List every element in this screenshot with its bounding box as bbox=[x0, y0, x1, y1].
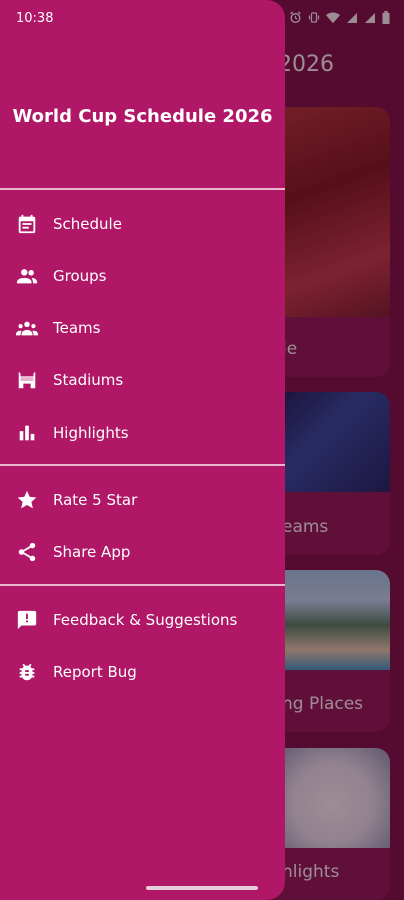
stadium-icon bbox=[16, 369, 38, 391]
menu-item-stadiums[interactable]: Stadiums bbox=[0, 358, 285, 402]
menu-label: Groups bbox=[53, 267, 107, 285]
gesture-handle bbox=[146, 886, 258, 890]
menu-item-rate[interactable]: Rate 5 Star bbox=[0, 478, 285, 522]
bug-icon bbox=[16, 661, 38, 683]
bar-chart-icon bbox=[16, 422, 38, 444]
menu-item-feedback[interactable]: Feedback & Suggestions bbox=[0, 598, 285, 642]
divider bbox=[0, 464, 285, 466]
teams-icon bbox=[16, 317, 38, 339]
menu-label: Share App bbox=[53, 543, 131, 561]
navigation-drawer: 10:38 World Cup Schedule 2026 Schedule G… bbox=[0, 0, 285, 900]
menu-label: Report Bug bbox=[53, 663, 137, 681]
status-time: 10:38 bbox=[16, 11, 54, 26]
feedback-icon bbox=[16, 609, 38, 631]
menu-item-share[interactable]: Share App bbox=[0, 530, 285, 574]
menu-label: Teams bbox=[53, 319, 101, 337]
menu-label: Highlights bbox=[53, 424, 129, 442]
calendar-icon bbox=[16, 213, 38, 235]
divider bbox=[0, 584, 285, 586]
drawer-title: World Cup Schedule 2026 bbox=[12, 106, 273, 127]
menu-item-schedule[interactable]: Schedule bbox=[0, 202, 285, 246]
menu-item-groups[interactable]: Groups bbox=[0, 254, 285, 298]
menu-item-highlights[interactable]: Highlights bbox=[0, 411, 285, 455]
menu-label: Feedback & Suggestions bbox=[53, 611, 238, 629]
menu-label: Schedule bbox=[53, 215, 122, 233]
menu-label: Rate 5 Star bbox=[53, 491, 138, 509]
star-icon bbox=[16, 489, 38, 511]
divider bbox=[0, 188, 285, 190]
menu-item-report-bug[interactable]: Report Bug bbox=[0, 650, 285, 694]
group-icon bbox=[16, 265, 38, 287]
menu-item-teams[interactable]: Teams bbox=[0, 306, 285, 350]
menu-label: Stadiums bbox=[53, 371, 124, 389]
share-icon bbox=[16, 541, 38, 563]
